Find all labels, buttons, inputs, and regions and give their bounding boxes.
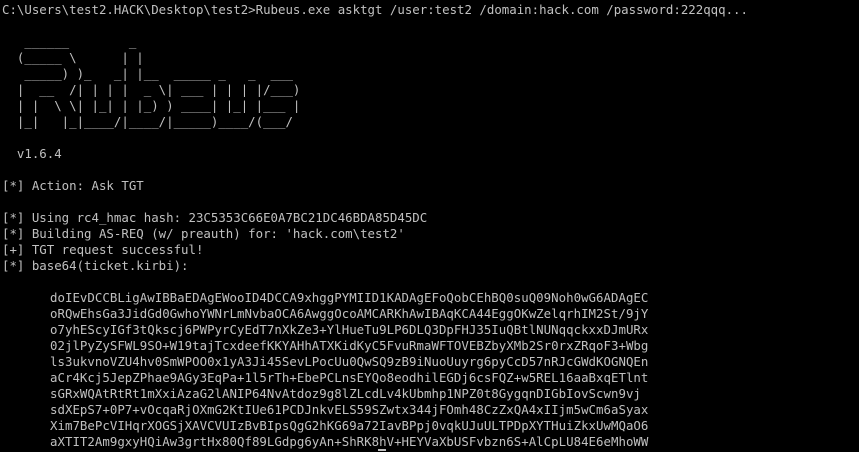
base64-label-line: [*] base64(ticket.kirbi): (2, 258, 189, 273)
ascii-banner-line-1: ______ _ (2, 34, 137, 49)
ascii-banner-line-3: _____) )_ _| |__ _____ _ _ ___ (2, 66, 293, 81)
ascii-banner-line-4: | __ /| | | | _ \| ___ | | | |/___) (2, 82, 301, 97)
ticket-base64-line: sdXEpS7+0P7+vOcqaRjOXmG2KtIUe61PCDJnkvEL… (50, 402, 649, 417)
console-window[interactable]: C:\Users\test2.HACK\Desktop\test2>Rubeus… (0, 0, 859, 452)
version-text: v1.6.4 (2, 146, 62, 161)
ascii-banner-line-6: |_| |_|____/|____/|_____)____/(___/ (2, 114, 293, 129)
ticket-base64-line: aXTIT2Am9gxyHQiAw3grtHx80Qf89LGdpg6yAn+S… (50, 434, 649, 449)
ticket-base64-line: oRQwEhsGa3JidGd0GwhoYWNrLmNvbaOCA6AwggOc… (50, 306, 649, 321)
ticket-base64-line: doIEvDCCBLigAwIBBaEDAgEWooID4DCCA9xhggPY… (50, 290, 649, 305)
ticket-base64-line: o7yhEScyIGf3tQkscj6PWPyrCyEdT7nXkZe3+YlH… (50, 322, 649, 337)
ticket-base64-line: aCr4Kcj5JepZPhae9AGy3EqPa+1l5rTh+EbePCLn… (50, 370, 649, 385)
ticket-base64-line: sGRxWQAtRtRt1mXxiAzaG2lANIP64NvAtdoz9g8l… (50, 386, 641, 401)
hash-line: [*] Using rc4_hmac hash: 23C5353C66E0A7B… (2, 210, 428, 225)
ascii-banner-line-2: (_____ \ | | (2, 50, 144, 65)
action-line: [*] Action: Ask TGT (2, 178, 144, 193)
ticket-base64-line: Xim7BePcVIHqrXOGSjXAVCVUIzBvBIpsQgG2hKG6… (50, 418, 649, 433)
text-cursor (378, 449, 386, 451)
building-asreq-line: [*] Building AS-REQ (w/ preauth) for: 'h… (2, 226, 405, 241)
command-line: C:\Users\test2.HACK\Desktop\test2>Rubeus… (2, 2, 748, 17)
ticket-base64-line: 02jlPyZySFWL9SO+W19tajTcxdeefKKYAHhATXKi… (50, 338, 649, 353)
ticket-base64-line: ls3ukvnoVZU4hv0SmWPOO0x1yA3Ji45SevLPocUu… (50, 354, 649, 369)
tgt-success-line: [+] TGT request successful! (2, 242, 204, 257)
ascii-banner-line-5: | | \ \| |_| | |_) ) ____| |_| |___ | (2, 98, 301, 113)
